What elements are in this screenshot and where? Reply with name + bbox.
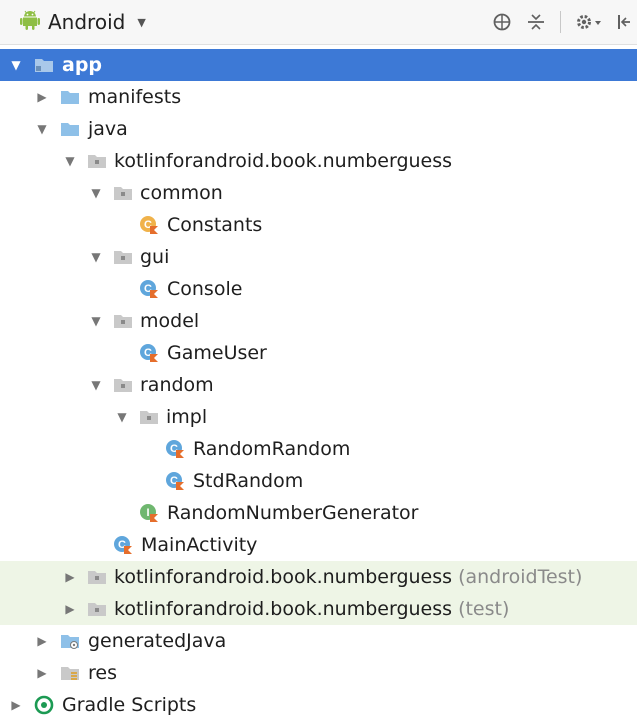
resources-folder-icon (60, 663, 80, 683)
tree-row-label: res (88, 662, 117, 684)
tree-row-stdrandom[interactable]: C StdRandom (0, 465, 637, 497)
tree-row-label: RandomNumberGenerator (167, 502, 419, 524)
tree-row-randomnumbergenerator[interactable]: I RandomNumberGenerator (0, 497, 637, 529)
tree-row-label: app (62, 54, 103, 76)
kotlin-class-icon: C (139, 279, 159, 299)
kotlin-class-icon: C (165, 471, 185, 491)
collapse-arrow-icon[interactable]: ▶ (8, 689, 24, 721)
tree-row-impl[interactable]: ▼ impl (0, 401, 637, 433)
package-icon (87, 151, 107, 171)
hide-panel-icon[interactable] (617, 10, 631, 34)
expand-arrow-icon[interactable]: ▼ (8, 49, 24, 81)
tree-row-java[interactable]: ▼ java (0, 113, 637, 145)
tree-row-res[interactable]: ▶ res (0, 657, 637, 689)
tree-row-generatedjava[interactable]: ▶ generatedJava (0, 625, 637, 657)
collapse-arrow-icon[interactable]: ▶ (34, 625, 50, 657)
tree-row-label: Constants (167, 214, 263, 236)
tree-row-label: RandomRandom (193, 438, 351, 460)
collapse-arrow-icon[interactable]: ▶ (34, 657, 50, 689)
android-icon (20, 9, 40, 36)
package-icon (87, 599, 107, 619)
folder-icon (60, 87, 80, 107)
tree-row-label: kotlinforandroid.book.numberguess (test) (114, 598, 510, 620)
package-icon (113, 375, 133, 395)
generated-folder-icon (60, 631, 80, 651)
collapse-arrow-icon[interactable]: ▶ (62, 561, 78, 593)
tree-row-mainactivity[interactable]: C MainActivity (0, 529, 637, 561)
tree-row-label: Gradle Scripts (62, 694, 197, 716)
folder-icon (60, 119, 80, 139)
tree-row-label: MainActivity (141, 534, 258, 556)
tree-row-suffix: (androidTest) (452, 566, 583, 588)
tree-row-common[interactable]: ▼ common (0, 177, 637, 209)
package-icon (113, 183, 133, 203)
expand-arrow-icon[interactable]: ▼ (34, 113, 50, 145)
package-icon (113, 247, 133, 267)
tree-row-gradle-scripts[interactable]: ▶ Gradle Scripts (0, 689, 637, 721)
globe-icon[interactable] (492, 10, 512, 34)
expand-arrow-icon[interactable]: ▼ (88, 241, 104, 273)
expand-arrow-icon[interactable]: ▼ (62, 145, 78, 177)
tree-row-manifests[interactable]: ▶ manifests (0, 81, 637, 113)
tree-row-label: generatedJava (88, 630, 227, 652)
gradle-icon (34, 695, 54, 715)
svg-text:I: I (146, 507, 149, 519)
project-toolbar: Android ▼ (0, 0, 637, 45)
tree-row-constants[interactable]: C Constants (0, 209, 637, 241)
collapse-arrow-icon[interactable]: ▶ (62, 593, 78, 625)
tree-row-app[interactable]: ▼ app (0, 49, 637, 81)
expand-arrow-icon[interactable]: ▼ (88, 369, 104, 401)
tree-row-label: Console (167, 278, 243, 300)
toolbar-actions (492, 0, 631, 44)
tree-row-label: GameUser (167, 342, 267, 364)
toolbar-separator (560, 11, 561, 33)
expand-arrow-icon[interactable]: ▼ (114, 401, 130, 433)
project-view-label: Android (48, 10, 126, 34)
tree-row-label: gui (140, 246, 170, 268)
settings-icon[interactable] (575, 10, 603, 34)
tree-row-label: manifests (88, 86, 182, 108)
tree-row-label: kotlinforandroid.book.numberguess (andro… (114, 566, 583, 588)
tree-row-console[interactable]: C Console (0, 273, 637, 305)
kotlin-object-icon: C (139, 215, 159, 235)
kotlin-class-icon: C (113, 535, 133, 555)
tree-row-label: common (140, 182, 223, 204)
tree-row-randomrandom[interactable]: C RandomRandom (0, 433, 637, 465)
tree-row-model[interactable]: ▼ model (0, 305, 637, 337)
chevron-down-icon: ▼ (137, 15, 146, 29)
tree-row-package-test[interactable]: ▶ kotlinforandroid.book.numberguess (test… (0, 593, 637, 625)
tree-row-package-main[interactable]: ▼ kotlinforandroid.book.numberguess (0, 145, 637, 177)
package-icon (113, 311, 133, 331)
package-icon (139, 407, 159, 427)
package-icon (87, 567, 107, 587)
tree-row-label: model (140, 310, 200, 332)
kotlin-class-icon: C (139, 343, 159, 363)
tree-row-label: impl (166, 406, 208, 428)
tree-row-package-androidtest[interactable]: ▶ kotlinforandroid.book.numberguess (andr… (0, 561, 637, 593)
module-folder-icon (34, 55, 54, 75)
tree-row-gameuser[interactable]: C GameUser (0, 337, 637, 369)
tree-row-label: random (140, 374, 214, 396)
expand-arrow-icon[interactable]: ▼ (88, 305, 104, 337)
tree-row-random[interactable]: ▼ random (0, 369, 637, 401)
tree-row-label: java (88, 118, 128, 140)
collapse-arrow-icon[interactable]: ▶ (34, 81, 50, 113)
kotlin-interface-icon: I (139, 503, 159, 523)
kotlin-class-icon: C (165, 439, 185, 459)
tree-row-gui[interactable]: ▼ gui (0, 241, 637, 273)
expand-arrow-icon[interactable]: ▼ (88, 177, 104, 209)
collapse-all-icon[interactable] (526, 10, 546, 34)
tree-row-label: kotlinforandroid.book.numberguess (114, 150, 453, 172)
tree-row-label: StdRandom (193, 470, 304, 492)
tree-row-suffix: (test) (452, 598, 510, 620)
project-view-selector[interactable]: Android ▼ (20, 9, 146, 36)
